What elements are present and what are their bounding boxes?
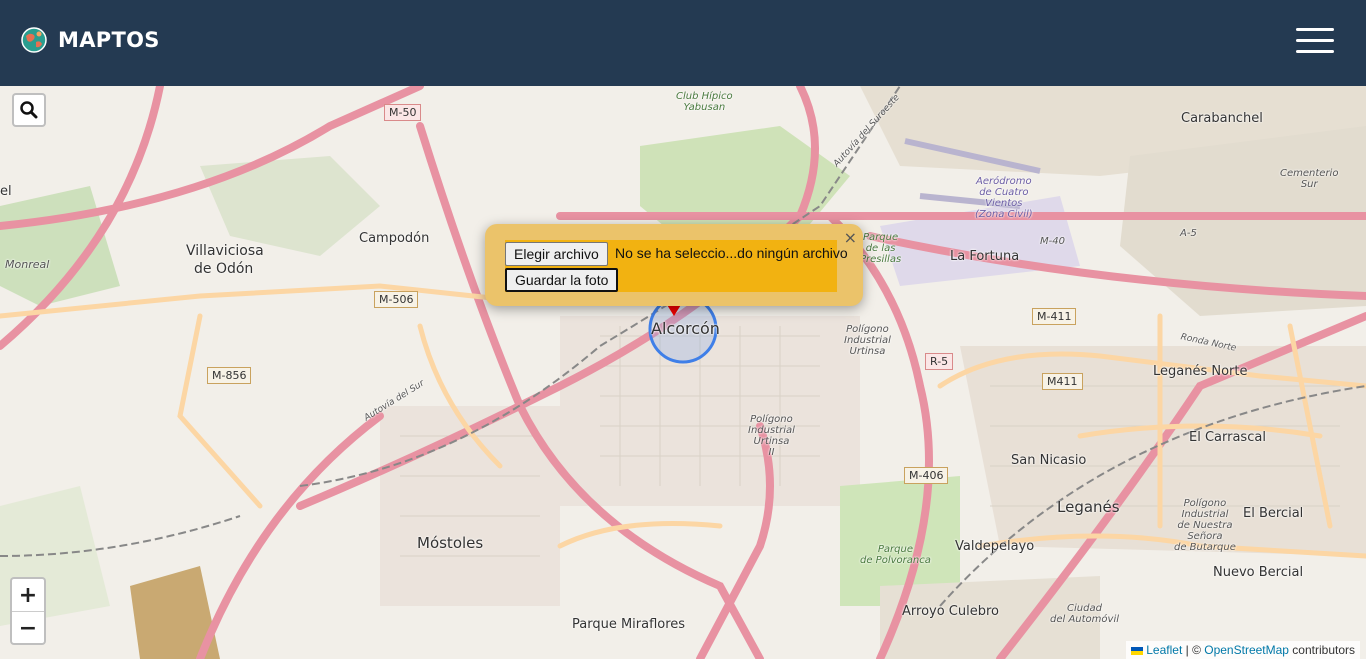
globe-logo-icon: [21, 27, 47, 53]
place-label: El Carrascal: [1189, 430, 1266, 445]
place-label: el: [0, 184, 12, 199]
map-attribution: Leaflet | © OpenStreetMap contributors: [1126, 641, 1360, 659]
place-label: Villaviciosa: [186, 243, 264, 259]
search-icon: [20, 101, 38, 119]
poi-label: Parque de Polvoranca: [860, 544, 931, 566]
place-label: Leganés: [1057, 498, 1120, 516]
hamburger-menu-icon[interactable]: [1296, 28, 1334, 58]
ukraine-flag-icon: [1131, 646, 1144, 655]
save-photo-button[interactable]: Guardar la foto: [505, 268, 619, 292]
place-label: Campodón: [359, 231, 430, 246]
place-label: Arroyo Culebro: [902, 604, 999, 619]
road-shield: M411: [1042, 373, 1083, 390]
choose-file-button[interactable]: Elegir archivo: [505, 242, 608, 266]
zoom-in-button[interactable]: +: [12, 579, 44, 612]
osm-link[interactable]: OpenStreetMap: [1204, 643, 1289, 657]
poi-label: Polígono Industrial Urtinsa: [844, 324, 891, 357]
zoom-control: + −: [10, 577, 46, 645]
top-navbar: MAPTOS: [0, 0, 1366, 86]
road-label: M-40: [1040, 236, 1065, 247]
road-label: A-5: [1180, 228, 1197, 239]
road-shield: M-856: [207, 367, 252, 384]
map-search-button[interactable]: [12, 93, 46, 127]
place-label: El Bercial: [1243, 506, 1304, 521]
place-label: Nuevo Bercial: [1213, 565, 1304, 580]
road-shield: R-5: [925, 353, 954, 370]
file-status-text: No se ha seleccio...do ningún archivo: [615, 245, 848, 261]
popup-form: Elegir archivo No se ha seleccio...do ni…: [505, 240, 848, 292]
brand-name: MAPTOS: [58, 28, 160, 52]
brand[interactable]: MAPTOS: [20, 26, 160, 54]
place-label: La Fortuna: [950, 249, 1020, 264]
place-label: Valdepelayo: [955, 539, 1035, 554]
poi-label: Parque de las Presillas: [860, 232, 902, 265]
leaflet-link[interactable]: Leaflet: [1146, 643, 1182, 657]
place-label: Leganés Norte: [1153, 364, 1248, 379]
place-label: San Nicasio: [1011, 453, 1087, 468]
poi-label: Aeródromo de Cuatro Vientos (Zona Civil): [975, 176, 1033, 220]
zoom-out-button[interactable]: −: [12, 612, 44, 644]
place-label: Monreal: [5, 258, 50, 271]
poi-label: Cementerio Sur: [1280, 168, 1339, 190]
place-label: Alcorcón: [651, 319, 720, 338]
road-shield: M-411: [1032, 308, 1077, 325]
poi-label: Ciudad del Automóvil: [1050, 603, 1120, 625]
road-shield: M-50: [384, 104, 422, 121]
place-label: Móstoles: [417, 534, 484, 552]
road-shield: M-506: [374, 291, 419, 308]
place-label: Carabanchel: [1181, 111, 1263, 126]
poi-label: Club Hípico Yabusan: [676, 91, 733, 113]
poi-label: Polígono Industrial Urtinsa II: [748, 414, 795, 458]
place-label: de Odón: [194, 261, 254, 277]
place-label: Parque Miraflores: [572, 617, 686, 632]
photo-upload-popup: × Elegir archivo No se ha seleccio...do …: [485, 224, 863, 306]
map-view[interactable]: Alcorcón Móstoles Leganés Leganés Norte …: [0, 86, 1366, 659]
road-shield: M-406: [904, 467, 949, 484]
poi-label: Polígono Industrial de Nuestra Señora de But…: [1174, 498, 1236, 553]
